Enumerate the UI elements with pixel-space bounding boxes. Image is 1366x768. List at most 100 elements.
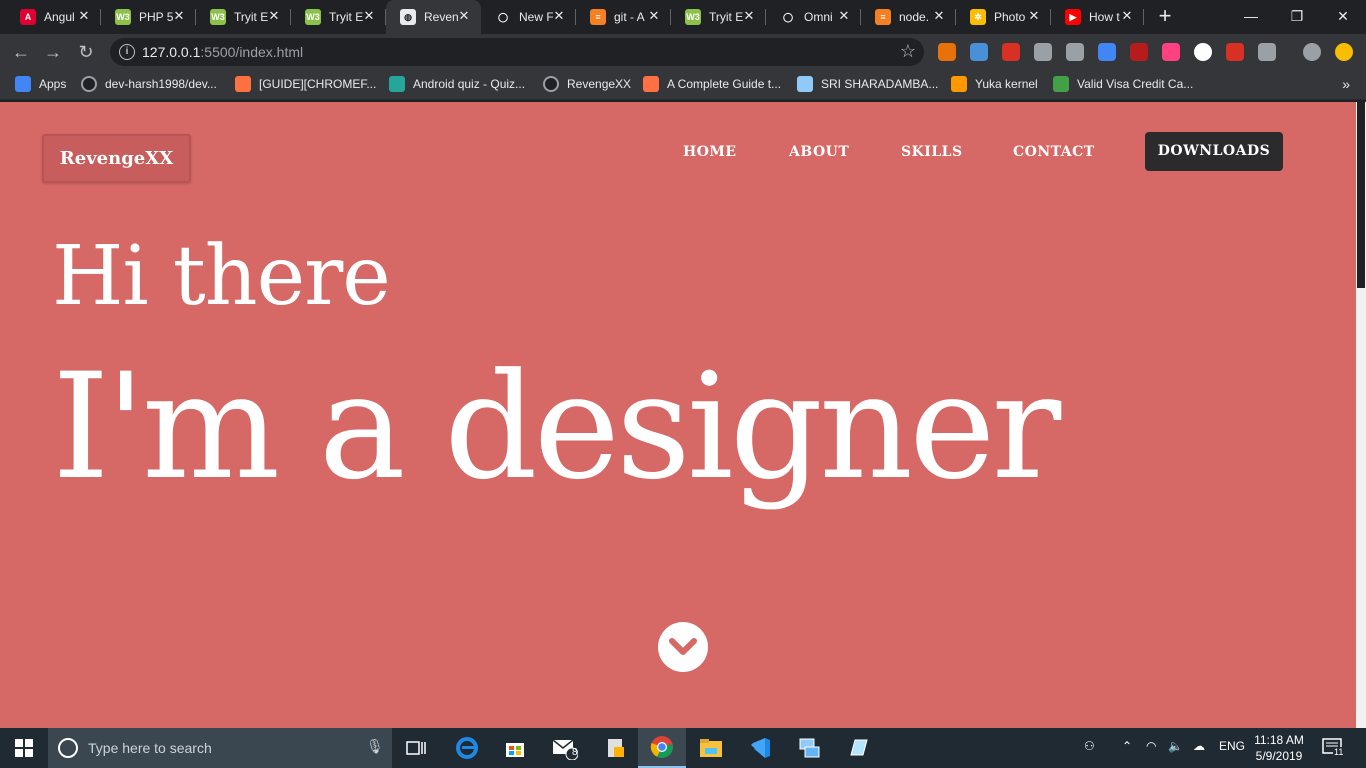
tab-close-icon[interactable]: ✕	[742, 9, 756, 23]
bookmark-star-icon[interactable]: ☆	[900, 41, 916, 62]
forward-button[interactable]: →	[41, 40, 65, 64]
tab-close-icon[interactable]: ✕	[77, 9, 91, 23]
start-button[interactable]	[0, 728, 48, 768]
back-button[interactable]: ←	[9, 40, 33, 64]
nav-skills[interactable]: SKILLS	[901, 144, 963, 160]
task-view-icon	[406, 741, 426, 755]
browser-tab[interactable]: W3 Tryit E ✕	[291, 0, 386, 34]
bookmark-item[interactable]: dev-harsh1998/dev...	[81, 76, 217, 92]
site-logo[interactable]: RevengeXX	[42, 134, 191, 183]
extension-icon[interactable]	[1066, 43, 1084, 61]
scroll-down-button[interactable]	[658, 622, 708, 672]
address-bar[interactable]: i 127.0.0.1:5500/index.html ☆	[110, 38, 924, 66]
extension-icon[interactable]	[1034, 43, 1052, 61]
people-icon[interactable]: ⚇	[1084, 739, 1095, 753]
microphone-icon[interactable]: 🎙	[366, 738, 384, 755]
scrollbar-thumb[interactable]	[1357, 102, 1365, 288]
browser-tab[interactable]: ≡ git - A ✕	[576, 0, 671, 34]
extension-icon[interactable]	[1162, 43, 1180, 61]
extension-icon[interactable]	[938, 43, 956, 61]
restore-button[interactable]: ❐	[1274, 0, 1320, 32]
edge-taskbar-icon[interactable]	[443, 728, 491, 768]
extension-icon[interactable]	[1226, 43, 1244, 61]
browser-tab[interactable]: ▶ How t ✕	[1051, 0, 1144, 34]
search-placeholder: Type here to search	[88, 740, 212, 756]
minimize-button[interactable]: —	[1228, 0, 1274, 32]
clock-date: 5/9/2019	[1255, 749, 1303, 763]
nav-about[interactable]: ABOUT	[789, 144, 849, 160]
notes-taskbar-icon[interactable]	[834, 728, 882, 768]
extension-icon[interactable]	[1130, 43, 1148, 61]
browser-tab[interactable]: ◍ Reven ✕	[386, 0, 481, 34]
store-taskbar-icon[interactable]	[491, 728, 539, 768]
close-window-button[interactable]: ✕	[1320, 0, 1366, 32]
tab-close-icon[interactable]: ✕	[837, 9, 851, 23]
folder-icon	[700, 739, 722, 757]
action-center-button[interactable]: 11	[1322, 738, 1346, 758]
taskbar-clock[interactable]: 11:18 AM 5/9/2019	[1248, 732, 1310, 764]
volume-icon[interactable]: 🔈	[1168, 739, 1183, 753]
show-hidden-icons-button[interactable]: ⌃	[1122, 739, 1132, 753]
file-explorer-taskbar-icon[interactable]	[687, 728, 735, 768]
bookmark-item[interactable]: RevengeXX	[543, 76, 631, 92]
tab-favicon-icon: ≡	[590, 9, 606, 25]
browser-tab[interactable]: W3 PHP 5 ✕	[101, 0, 196, 34]
extension-icon[interactable]	[1303, 43, 1321, 61]
network-app-taskbar-icon[interactable]	[785, 728, 833, 768]
extension-icon[interactable]	[1258, 43, 1276, 61]
browser-tab[interactable]: ◯ New F ✕	[481, 0, 576, 34]
tab-title: git - A	[614, 10, 645, 24]
tab-title: Omni	[804, 10, 833, 24]
chrome-taskbar-icon[interactable]	[638, 728, 686, 768]
nav-home[interactable]: HOME	[683, 144, 737, 160]
extension-icon[interactable]	[1098, 43, 1116, 61]
bookmark-item[interactable]: Yuka kernel	[951, 76, 1038, 92]
extension-icon[interactable]	[1194, 43, 1212, 61]
language-indicator[interactable]: ENG	[1219, 739, 1245, 753]
wifi-icon[interactable]: ◠	[1146, 739, 1156, 753]
tab-favicon-icon: W3	[685, 9, 701, 25]
browser-tab[interactable]: W3 Tryit E ✕	[196, 0, 291, 34]
tab-close-icon[interactable]: ✕	[647, 9, 661, 23]
bookmark-item[interactable]: [GUIDE][CHROMEF...	[235, 76, 376, 92]
extension-icon[interactable]	[1335, 43, 1353, 61]
vscode-taskbar-icon[interactable]	[736, 728, 784, 768]
reload-button[interactable]: ↻	[74, 40, 98, 64]
tab-close-icon[interactable]: ✕	[362, 9, 376, 23]
browser-tab[interactable]: ◯ Omni ✕	[766, 0, 861, 34]
bookmark-item[interactable]: SRI SHARADAMBA...	[797, 76, 938, 92]
downloads-button[interactable]: DOWNLOADS	[1145, 132, 1283, 171]
bookmarks-overflow-button[interactable]: »	[1342, 76, 1350, 92]
taskbar-search[interactable]: Type here to search 🎙	[48, 728, 392, 768]
tab-close-icon[interactable]: ✕	[1027, 9, 1041, 23]
browser-tab[interactable]: W3 Tryit E ✕	[671, 0, 766, 34]
bookmark-apps[interactable]: Apps	[15, 76, 66, 92]
new-tab-button[interactable]: +	[1155, 5, 1175, 27]
nav-contact[interactable]: CONTACT	[1013, 144, 1095, 160]
onedrive-icon[interactable]: ☁	[1193, 739, 1205, 753]
tab-close-icon[interactable]: ✕	[267, 9, 281, 23]
tab-close-icon[interactable]: ✕	[457, 9, 471, 23]
tab-close-icon[interactable]: ✕	[932, 9, 946, 23]
browser-tab[interactable]: A Angul ✕	[6, 0, 101, 34]
tab-close-icon[interactable]: ✕	[552, 9, 566, 23]
extension-icon[interactable]	[970, 43, 988, 61]
bookmark-item[interactable]: Android quiz - Quiz...	[389, 76, 525, 92]
page-scrollbar[interactable]	[1356, 102, 1366, 728]
tab-close-icon[interactable]: ✕	[1120, 9, 1134, 23]
edge-icon	[456, 737, 478, 759]
task-view-button[interactable]	[392, 728, 440, 768]
browser-tab[interactable]: ✲ Photo ✕	[956, 0, 1051, 34]
file-tool-taskbar-icon[interactable]	[591, 728, 639, 768]
url-text[interactable]: 127.0.0.1:5500/index.html	[142, 44, 303, 60]
mail-badge: 8	[572, 747, 578, 758]
site-info-icon[interactable]: i	[119, 44, 135, 60]
browser-tab[interactable]: ≡ node. ✕	[861, 0, 956, 34]
bookmark-item[interactable]: Valid Visa Credit Ca...	[1053, 76, 1193, 92]
tab-close-icon[interactable]: ✕	[172, 9, 186, 23]
windows-logo-icon	[15, 739, 33, 757]
bookmark-item[interactable]: A Complete Guide t...	[643, 76, 781, 92]
extension-icon[interactable]	[1002, 43, 1020, 61]
tab-title: Tryit E	[329, 10, 363, 24]
mail-taskbar-icon[interactable]: 8	[541, 728, 589, 768]
